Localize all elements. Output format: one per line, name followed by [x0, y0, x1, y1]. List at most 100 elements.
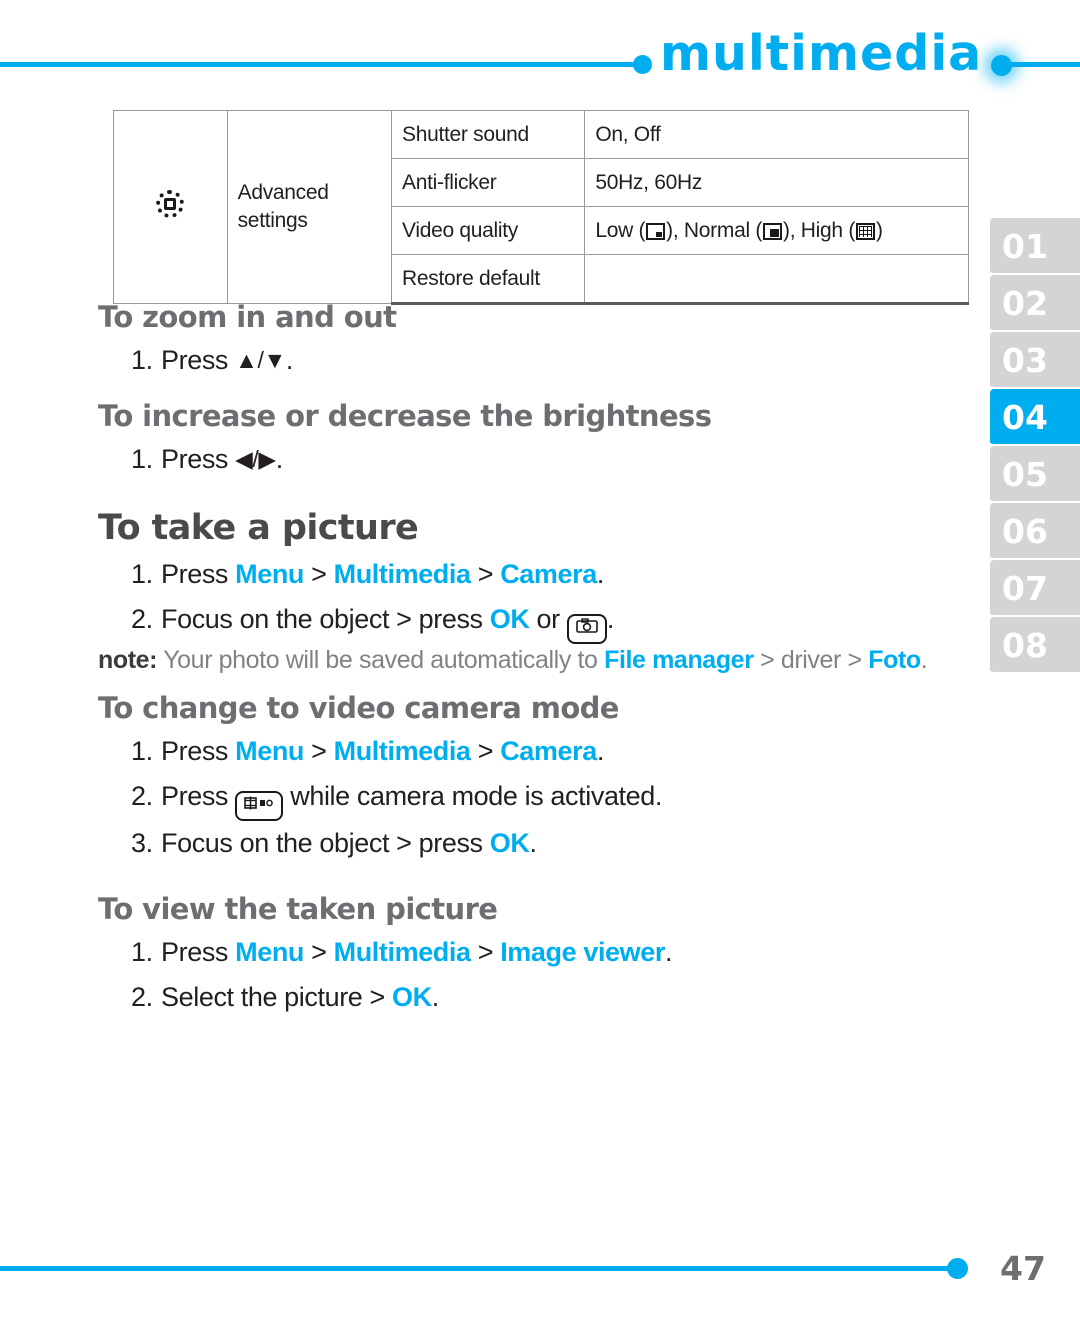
header-dot-left-icon — [633, 55, 652, 74]
step-text: Focus on the object > press — [161, 604, 490, 634]
chapter-tab-06[interactable]: 06 — [990, 503, 1080, 560]
foto-link[interactable]: Foto — [868, 646, 921, 674]
section-heading-take-picture: To take a picture — [98, 508, 419, 548]
footer-rule — [0, 1266, 950, 1271]
settings-group-icon-cell — [113, 110, 228, 304]
separator: > — [304, 736, 334, 766]
list-item: 3. Focus on the object > press OK. — [131, 821, 978, 866]
leftright-arrow-icon: ◀/▶ — [235, 446, 276, 472]
chapter-tab-07[interactable]: 07 — [990, 560, 1080, 617]
page-header: multimedia — [0, 0, 1080, 100]
list-item: 1. Press ▲/▼. — [131, 338, 978, 383]
step-list-take-picture: 1. Press Menu > Multimedia > Camera. 2. Fo… — [98, 552, 978, 644]
camera-link[interactable]: Camera — [500, 559, 597, 589]
step-number: 3. — [131, 828, 153, 858]
step-text-end: . — [665, 937, 673, 967]
separator: > — [304, 937, 334, 967]
section-zoom: To zoom in and out 1. Press ▲/▼. — [98, 300, 978, 383]
setting-value-anti-flicker: 50Hz, 60Hz — [584, 158, 969, 207]
step-text: Press — [161, 736, 236, 766]
list-item: 1. Press Menu > Multimedia > Camera. — [131, 729, 978, 774]
list-item: 2. Focus on the object > press OK or . — [131, 597, 978, 644]
step-text-end: . — [596, 559, 605, 589]
step-number: 2. — [131, 604, 153, 634]
step-number: 2. — [131, 982, 153, 1012]
step-text: Press — [161, 559, 236, 589]
step-number: 2. — [131, 781, 153, 811]
brand-title: multimedia — [660, 25, 983, 82]
step-text: Press — [161, 444, 236, 474]
ok-key-link[interactable]: OK — [392, 982, 432, 1012]
menu-link[interactable]: Menu — [235, 559, 304, 589]
section-heading-view-picture: To view the taken picture — [98, 892, 498, 926]
quality-high-label: ), High ( — [783, 218, 856, 242]
ok-key-link[interactable]: OK — [490, 828, 530, 858]
section-video-mode: To change to video camera mode 1. Press M… — [98, 691, 978, 866]
step-list-video-mode: 1. Press Menu > Multimedia > Camera. 2. Pr… — [98, 729, 978, 866]
step-text-end: . — [596, 736, 605, 766]
header-rule-right — [1002, 62, 1080, 67]
chapter-tab-02[interactable]: 02 — [990, 275, 1080, 332]
step-text: Press — [161, 937, 236, 967]
setting-value-shutter-sound: On, Off — [584, 110, 969, 159]
list-item: 2. Press while camera mode is activated. — [131, 774, 978, 821]
step-list-zoom: 1. Press ▲/▼. — [98, 338, 978, 383]
quality-low-label: Low ( — [595, 218, 646, 242]
chapter-tab-08[interactable]: 08 — [990, 617, 1080, 674]
note-label: note: — [98, 646, 158, 674]
chapter-tab-05[interactable]: 05 — [990, 446, 1080, 503]
footer-dot-icon — [947, 1258, 968, 1279]
separator: > — [470, 937, 501, 967]
chapter-tab-04[interactable]: 04 — [990, 389, 1080, 446]
list-item: 2. Select the picture > OK. — [131, 975, 978, 1020]
list-item: 1. Press Menu > Multimedia > Image viewer… — [131, 930, 978, 975]
file-manager-link[interactable]: File manager — [604, 646, 754, 674]
setting-name-anti-flicker: Anti-flicker — [391, 158, 586, 207]
step-number: 1. — [131, 345, 153, 375]
multimedia-link[interactable]: Multimedia — [334, 559, 471, 589]
separator: > — [304, 559, 334, 589]
step-number: 1. — [131, 736, 153, 766]
list-item: 1. Press Menu > Multimedia > Camera. — [131, 552, 978, 597]
main-content: To zoom in and out 1. Press ▲/▼. To incre… — [98, 300, 978, 1046]
video-key-icon — [235, 791, 284, 821]
menu-link[interactable]: Menu — [235, 736, 304, 766]
step-text-end: . — [275, 444, 284, 474]
quality-high-icon — [856, 222, 876, 240]
settings-group-label: Advanced settings — [226, 110, 393, 304]
multimedia-link[interactable]: Multimedia — [334, 937, 471, 967]
table-row: Advanced settings Shutter sound On, Off — [113, 110, 969, 304]
menu-link[interactable]: Menu — [235, 937, 304, 967]
setting-name-video-quality: Video quality — [391, 206, 586, 255]
step-list-view-picture: 1. Press Menu > Multimedia > Image viewer… — [98, 930, 978, 1020]
updown-arrow-icon: ▲/▼ — [235, 347, 286, 373]
separator: > — [470, 736, 501, 766]
chapter-tab-01[interactable]: 01 — [990, 218, 1080, 275]
quality-close-paren: ) — [876, 218, 883, 242]
section-heading-video-mode: To change to video camera mode — [98, 691, 619, 725]
ok-key-link[interactable]: OK — [490, 604, 530, 634]
camera-link[interactable]: Camera — [500, 736, 597, 766]
chapter-tab-rail: 01 02 03 04 05 06 07 08 — [990, 218, 1080, 674]
section-heading-zoom: To zoom in and out — [98, 300, 397, 334]
step-text-end: . — [285, 345, 294, 375]
step-number: 1. — [131, 559, 153, 589]
step-text-end: . — [431, 982, 440, 1012]
step-text: Focus on the object > press — [161, 828, 490, 858]
separator: > — [470, 559, 501, 589]
multimedia-link[interactable]: Multimedia — [334, 736, 471, 766]
step-number: 1. — [131, 444, 153, 474]
step-text: Select the picture > — [161, 982, 392, 1012]
step-text-end: while camera mode is activated. — [283, 781, 662, 811]
quality-normal-label: ), Normal ( — [666, 218, 763, 242]
note-text-3: . — [920, 646, 928, 674]
image-viewer-link[interactable]: Image viewer — [500, 937, 665, 967]
step-text-end: . — [529, 828, 537, 858]
step-text-end: . — [606, 604, 615, 634]
quality-normal-icon — [763, 222, 783, 240]
page-number: 47 — [1000, 1249, 1046, 1288]
setting-value-video-quality: Low ( ), Normal ( ), High () — [584, 206, 969, 255]
note-take-picture: note: Your photo will be saved automatic… — [98, 646, 978, 675]
advanced-settings-table: Advanced settings Shutter sound On, Off … — [113, 110, 969, 305]
chapter-tab-03[interactable]: 03 — [990, 332, 1080, 389]
